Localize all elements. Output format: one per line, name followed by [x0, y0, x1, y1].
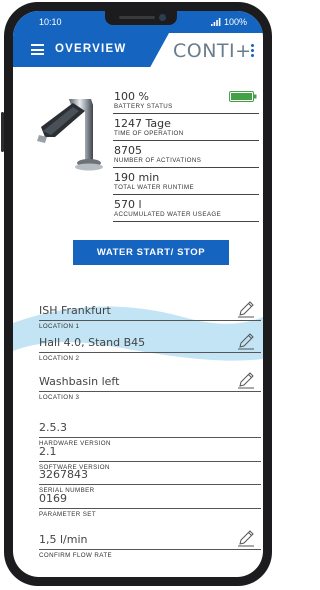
field-value: Washbasin left: [39, 375, 120, 388]
field-label: LOCATION 1: [39, 323, 80, 330]
conti-logo: CONTI+: [173, 40, 252, 62]
field-location-3: Washbasin left LOCATION 3: [39, 372, 261, 405]
stat-value: 570 l: [114, 198, 142, 211]
front-camera: [159, 14, 166, 21]
stat-label: NUMBER OF ACTIVATIONS: [114, 157, 202, 164]
field-value: 2.5.3: [39, 421, 67, 434]
battery-icon: [229, 91, 257, 102]
stat-battery: 100 % BATTERY STATUS: [113, 88, 259, 114]
field-value: 3267843: [39, 468, 88, 481]
speaker-grille: [119, 16, 155, 19]
stat-value: 8705: [114, 144, 142, 157]
phone-frame: 10:10 100% OVERVIEW CONTI+ 100 % BATTERY…: [1, 2, 272, 586]
screen: 10:10 100% OVERVIEW CONTI+ 100 % BATTERY…: [13, 11, 263, 577]
signal-icon: [210, 18, 221, 26]
stat-activations: 8705 NUMBER OF ACTIVATIONS: [113, 142, 259, 168]
menu-icon[interactable]: [31, 44, 44, 55]
field-location-2: Hall 4.0, Stand B45 LOCATION 2: [39, 333, 261, 366]
app-bar: OVERVIEW CONTI+: [13, 33, 263, 67]
field-label: LOCATION 3: [39, 394, 80, 401]
pencil-icon[interactable]: [237, 332, 255, 350]
stat-value: 190 min: [114, 171, 160, 184]
faucet-image: [37, 99, 103, 171]
notch: [105, 11, 177, 25]
field-label: CONFIRM FLOW RATE: [39, 552, 113, 559]
stat-label: ACCUMULATED WATER USEAGE: [114, 211, 222, 218]
field-value: 1,5 l/min: [39, 533, 88, 546]
kebab-icon[interactable]: [251, 44, 255, 59]
status-battery: 100%: [223, 17, 247, 27]
field-location-1: ISH Frankfurt LOCATION 1: [39, 301, 261, 334]
logo-text: CONTI+: [173, 40, 252, 62]
field-label: LOCATION 2: [39, 355, 80, 362]
field-value: 2.1: [39, 445, 57, 458]
stat-water-usage: 570 l ACCUMULATED WATER USEAGE: [113, 196, 259, 222]
stat-label: BATTERY STATUS: [114, 103, 173, 110]
pencil-icon[interactable]: [237, 529, 255, 547]
field-value: ISH Frankfurt: [39, 304, 111, 317]
page-title: OVERVIEW: [55, 43, 127, 55]
stat-operation-time: 1247 Tage TIME OF OPERATION: [113, 115, 259, 141]
field-label: PARAMETER SET: [39, 511, 96, 518]
status-indicators: 100%: [210, 17, 247, 27]
pencil-icon[interactable]: [237, 300, 255, 318]
field-parameter-set: 0169 PARAMETER SET: [39, 492, 261, 522]
field-flow-rate: 1,5 l/min CONFIRM FLOW RATE: [39, 530, 261, 563]
field-value: 0169: [39, 492, 67, 505]
stat-value: 100 %: [114, 90, 149, 103]
stat-value: 1247 Tage: [114, 117, 171, 130]
stats-panel: 100 % BATTERY STATUS 1247 Tage TIME OF O…: [113, 88, 259, 223]
water-start-stop-button[interactable]: WATER START/ STOP: [73, 240, 229, 265]
field-value: Hall 4.0, Stand B45: [39, 336, 146, 349]
status-time: 10:10: [39, 17, 62, 27]
pencil-icon[interactable]: [237, 371, 255, 389]
status-bar: 10:10 100%: [13, 11, 263, 33]
stat-label: TIME OF OPERATION: [114, 130, 184, 137]
stat-water-runtime: 190 min TOTAL WATER RUNTIME: [113, 169, 259, 195]
stat-label: TOTAL WATER RUNTIME: [114, 184, 195, 191]
